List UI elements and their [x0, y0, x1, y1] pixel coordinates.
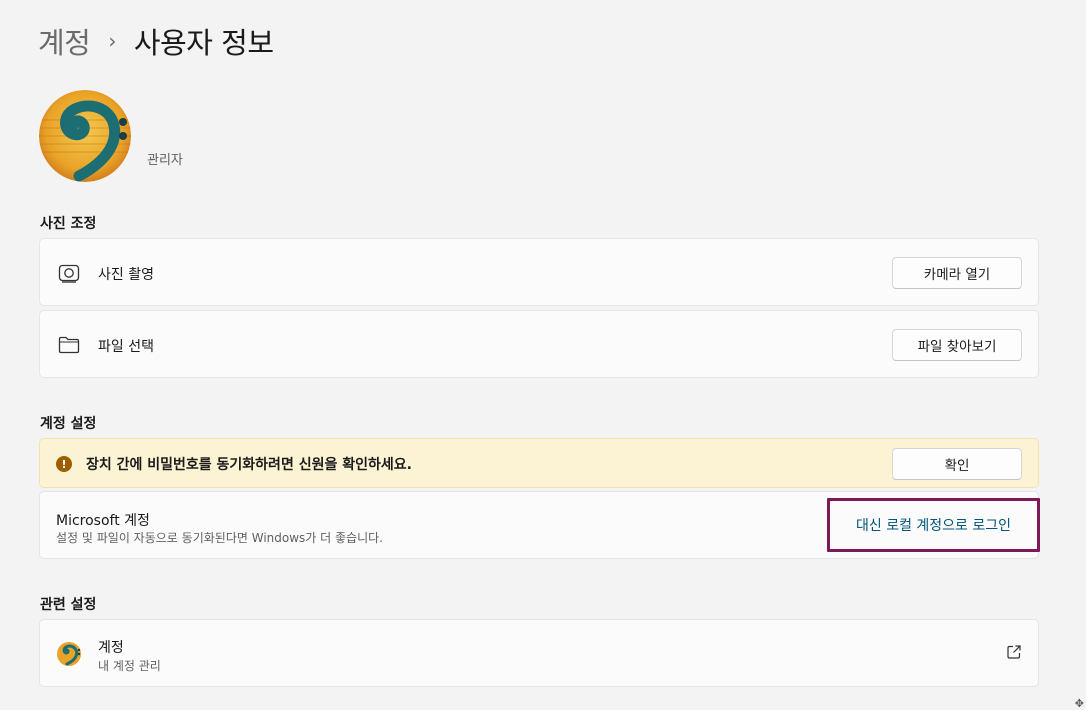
microsoft-account-title: Microsoft 계정 [56, 513, 150, 529]
folder-icon [57, 333, 81, 357]
related-account-title: 계정 [98, 640, 124, 656]
breadcrumb-separator-icon: › [108, 29, 116, 53]
camera-icon [57, 261, 81, 285]
account-settings-title: 계정 설정 [40, 416, 97, 432]
sign-in-local-account-link[interactable]: 대신 로컬 계정으로 로그인 [856, 515, 1011, 535]
choose-file-card: 파일 선택 파일 찾아보기 [39, 310, 1039, 378]
open-camera-button[interactable]: 카메라 열기 [892, 257, 1022, 289]
warning-icon: ! [56, 456, 72, 472]
related-account-subtitle: 내 계정 관리 [98, 659, 161, 673]
verify-button[interactable]: 확인 [892, 448, 1022, 480]
related-account-card[interactable]: 계정 내 계정 관리 [39, 619, 1039, 687]
microsoft-account-description: 설정 및 파일이 자동으로 동기화된다면 Windows가 더 좋습니다. [56, 531, 383, 545]
verify-identity-banner: ! 장치 간에 비밀번호를 동기화하려면 신원을 확인하세요. 확인 [39, 438, 1039, 488]
local-account-link-highlight: 대신 로컬 계정으로 로그인 [827, 498, 1040, 552]
browse-files-button[interactable]: 파일 찾아보기 [892, 329, 1022, 361]
account-avatar-icon [57, 642, 81, 666]
verify-identity-message: 장치 간에 비밀번호를 동기화하려면 신원을 확인하세요. [86, 457, 412, 473]
choose-file-label: 파일 선택 [98, 339, 154, 355]
take-photo-label: 사진 촬영 [98, 267, 154, 283]
breadcrumb-parent[interactable]: 계정 [38, 20, 91, 62]
photo-section-title: 사진 조정 [40, 216, 97, 232]
avatar [39, 90, 131, 182]
breadcrumb: 계정 › 사용자 정보 [38, 20, 274, 62]
take-photo-card: 사진 촬영 카메라 열기 [39, 238, 1039, 306]
external-link-icon [1006, 644, 1022, 660]
account-role: 관리자 [147, 153, 183, 168]
page-title: 사용자 정보 [133, 26, 274, 60]
settings-page: 계정 › 사용자 정보 관리자 사진 조정 사진 촬영 카메라 열기 파일 선택… [0, 0, 1086, 710]
resize-grip-icon: ✥ [1074, 697, 1084, 710]
related-settings-title: 관련 설정 [40, 597, 97, 613]
